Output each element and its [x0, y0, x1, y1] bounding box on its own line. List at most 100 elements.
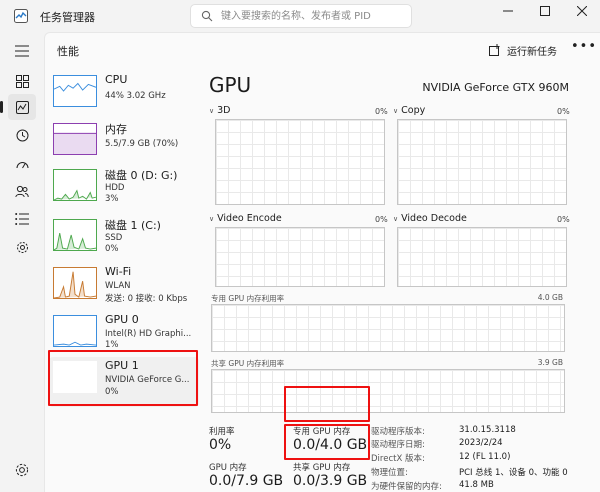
- dedicated-mem-graph: [211, 304, 565, 352]
- more-options-icon[interactable]: •••: [571, 39, 597, 54]
- engine-label: 3D: [217, 105, 231, 116]
- processes-icon: [15, 74, 29, 88]
- info-value: 41.8 MB: [459, 480, 494, 490]
- engine-video-decode-selector[interactable]: ∨ Video Decode: [393, 213, 467, 224]
- device-type: SSD: [105, 233, 123, 243]
- gpu-model-name: NVIDIA GeForce GTX 960M: [422, 81, 569, 94]
- chevron-down-icon: ∨: [209, 214, 215, 223]
- device-disk-0[interactable]: 磁盘 0 (D: G:) HDD 3%: [49, 165, 199, 217]
- engine-copy-selector[interactable]: ∨ Copy: [393, 105, 425, 116]
- device-stat: 0%: [105, 387, 119, 397]
- gpu0-thumbnail: [53, 315, 97, 347]
- info-key: 驱动程序版本:: [371, 427, 425, 437]
- dedicated-mem-usage-label: 专用 GPU 内存利用率: [211, 294, 285, 303]
- engine-pct: 0%: [375, 107, 388, 116]
- info-key: DirectX 版本:: [371, 454, 425, 464]
- device-stat: 3%: [105, 194, 119, 204]
- wifi-thumbnail: [53, 267, 97, 299]
- device-stat: 0%: [105, 244, 119, 254]
- maximize-icon: [540, 6, 550, 16]
- services-gear-icon: [16, 241, 28, 253]
- info-value: 12 (FL 11.0): [459, 452, 511, 462]
- nav-app-history[interactable]: [8, 122, 36, 148]
- search-icon: [201, 10, 213, 22]
- device-type: HDD: [105, 183, 125, 193]
- page-title: 性能: [57, 45, 79, 58]
- nav-users[interactable]: [8, 178, 36, 204]
- dedicated-mem-label: 专用 GPU 内存: [293, 427, 351, 437]
- nav-services[interactable]: [8, 234, 36, 260]
- nav-performance[interactable]: [0, 94, 36, 120]
- nav-processes[interactable]: [8, 68, 36, 94]
- nav-rail: [0, 32, 44, 492]
- engine-copy-graph: [397, 119, 567, 205]
- search-input[interactable]: [221, 8, 407, 24]
- device-disk-1[interactable]: 磁盘 1 (C:) SSD 0%: [49, 215, 199, 267]
- app-title: 任务管理器: [40, 11, 95, 24]
- utilization-label: 利用率: [209, 427, 235, 437]
- search-box[interactable]: [190, 4, 412, 28]
- content-panel: 性能 运行新任务 ••• CPU 44% 3.02 GHz 内存 5.5/7.9…: [44, 32, 600, 492]
- info-key: 驱动程序日期:: [371, 440, 425, 450]
- engine-video-encode-selector[interactable]: ∨ Video Encode: [209, 213, 282, 224]
- chevron-down-icon: ∨: [393, 106, 399, 115]
- chevron-down-icon: ∨: [393, 214, 399, 223]
- settings-gear-icon[interactable]: [14, 462, 30, 478]
- detail-title: GPU: [209, 73, 252, 97]
- device-model: Intel(R) HD Graphi...: [105, 329, 192, 339]
- hamburger-icon: [15, 45, 29, 57]
- memory-thumbnail: [53, 123, 97, 155]
- device-gpu-1[interactable]: GPU 1 NVIDIA GeForce G... 0%: [49, 357, 199, 407]
- dedicated-mem-usage-max: 4.0 GB: [537, 293, 563, 302]
- device-memory[interactable]: 内存 5.5/7.9 GB (70%): [49, 119, 199, 171]
- engine-label: Video Encode: [217, 213, 282, 224]
- run-task-icon: [489, 44, 500, 56]
- engine-video-decode-graph: [397, 227, 567, 287]
- hamburger-menu-button[interactable]: [8, 38, 36, 64]
- disk1-thumbnail: [53, 219, 97, 251]
- device-gpu-0[interactable]: GPU 0 Intel(R) HD Graphi... 1%: [49, 311, 199, 363]
- minimize-button[interactable]: [490, 0, 526, 22]
- close-button[interactable]: [564, 0, 600, 22]
- close-icon: [577, 6, 587, 16]
- device-stat: 44% 3.02 GHz: [105, 91, 166, 101]
- engine-3d-selector[interactable]: ∨ 3D: [209, 105, 230, 116]
- device-name: 磁盘 0 (D: G:): [105, 169, 178, 182]
- device-name: GPU 1: [105, 359, 139, 372]
- engine-pct: 0%: [375, 215, 388, 224]
- utilization-value: 0%: [209, 437, 232, 453]
- nav-startup-apps[interactable]: [8, 150, 36, 176]
- device-name: Wi-Fi: [105, 265, 132, 278]
- run-new-task-button[interactable]: 运行新任务: [489, 41, 557, 59]
- info-value: 2023/2/24: [459, 438, 503, 448]
- shared-mem-usage-label: 共享 GPU 内存利用率: [211, 359, 285, 368]
- gpu-detail-panel: GPU NVIDIA GeForce GTX 960M ∨ 3D 0% ∨ Copy…: [207, 67, 570, 492]
- shared-mem-usage-max: 3.9 GB: [537, 358, 563, 367]
- info-value: 31.0.15.3118: [459, 425, 516, 435]
- shared-mem-graph: [211, 369, 565, 413]
- title-bar: 任务管理器: [0, 0, 600, 32]
- nav-details[interactable]: [8, 206, 36, 232]
- chevron-down-icon: ∨: [209, 106, 215, 115]
- startup-icon: [16, 161, 28, 168]
- device-name: CPU: [105, 73, 128, 86]
- dedicated-mem-value: 0.0/4.0 GB: [293, 437, 368, 453]
- cpu-thumbnail: [53, 75, 97, 107]
- engine-video-encode-graph: [215, 227, 385, 287]
- device-stat: 发送: 0 接收: 0 Kbps: [105, 294, 188, 304]
- info-key: 为硬件保留的内存:: [371, 482, 442, 492]
- page-header: 性能 运行新任务 •••: [45, 33, 600, 67]
- task-manager-app-icon: [14, 9, 28, 23]
- device-stat: 1%: [105, 340, 119, 350]
- engine-pct: 0%: [557, 107, 570, 116]
- gpu-mem-label: GPU 内存: [209, 463, 247, 473]
- maximize-button[interactable]: [527, 0, 563, 22]
- run-new-task-label: 运行新任务: [507, 46, 557, 58]
- history-icon: [16, 129, 28, 141]
- users-icon: [15, 185, 29, 197]
- device-wifi[interactable]: Wi-Fi WLAN 发送: 0 接收: 0 Kbps: [49, 263, 199, 315]
- performance-icon: [15, 100, 29, 114]
- device-model: NVIDIA GeForce G...: [105, 375, 190, 385]
- device-cpu[interactable]: CPU 44% 3.02 GHz: [49, 71, 199, 123]
- device-name: 磁盘 1 (C:): [105, 219, 161, 232]
